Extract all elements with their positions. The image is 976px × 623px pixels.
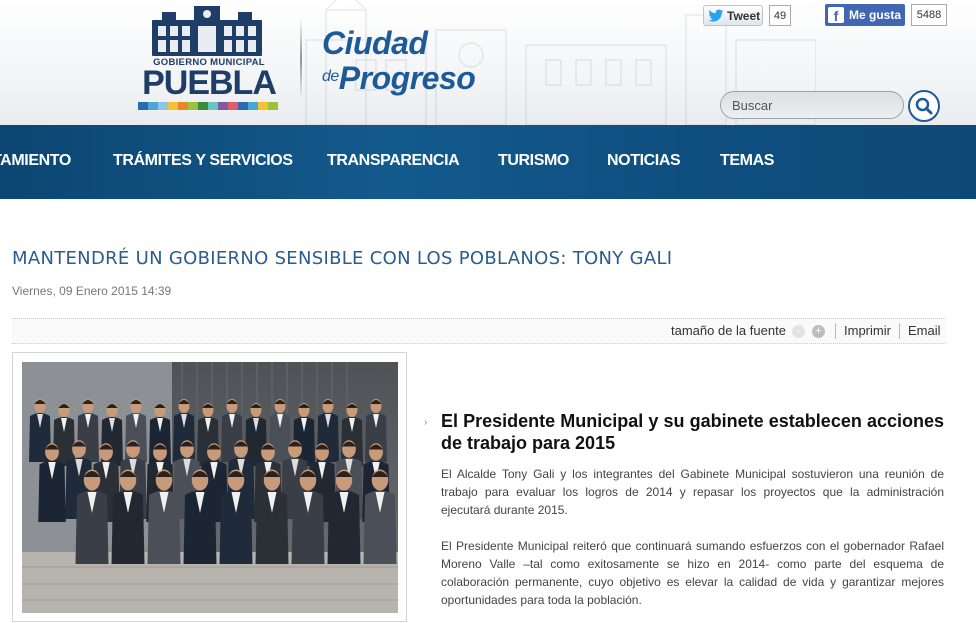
email-link[interactable]: Email <box>908 323 941 338</box>
puebla-logo[interactable]: GOBIERNO MUNICIPAL PUEBLA <box>136 6 282 110</box>
font-decrease-button[interactable]: - <box>792 325 805 338</box>
search-icon <box>915 97 933 115</box>
tools-separator <box>835 323 836 339</box>
article-tools-bar <box>12 318 946 344</box>
logo-stripe <box>218 102 228 110</box>
facebook-f-icon: f <box>828 7 844 23</box>
logo-stripe <box>208 102 218 110</box>
logo-stripe <box>138 102 148 110</box>
nav-item-tramites[interactable]: TRÁMITES Y SERVICIOS <box>113 152 293 170</box>
font-increase-button[interactable]: + <box>812 325 825 338</box>
nav-item-noticias[interactable]: NOTICIAS <box>607 152 681 170</box>
bullet-icon: › <box>424 417 428 428</box>
logo-stripe <box>238 102 248 110</box>
search-button[interactable] <box>908 90 940 122</box>
article-paragraph: El Presidente Municipal reiteró que cont… <box>441 539 944 607</box>
logo-stripe <box>158 102 168 110</box>
nav-item-turismo[interactable]: TURISMO <box>498 152 569 170</box>
article-date: Viernes, 09 Enero 2015 14:39 <box>12 284 172 298</box>
logo-stripe <box>188 102 198 110</box>
twitter-bird-icon <box>708 9 724 22</box>
main-nav: TAMIENTO TRÁMITES Y SERVICIOS TRANSPAREN… <box>0 125 976 199</box>
logo-stripe <box>168 102 178 110</box>
tools-separator <box>899 323 900 339</box>
nav-item-temas[interactable]: TEMAS <box>720 152 774 170</box>
article-paragraph: El Alcalde Tony Gali y los integrantes d… <box>441 467 944 517</box>
slogan-progreso: deProgreso <box>322 60 476 96</box>
header-divider <box>300 18 302 100</box>
municipal-palace-icon <box>152 6 262 56</box>
slogan-ciudad: Ciudad <box>322 25 428 61</box>
tweet-count: 49 <box>769 5 791 26</box>
font-size-label: tamaño de la fuente <box>671 323 786 338</box>
tweet-button[interactable]: Tweet <box>703 5 763 26</box>
logo-stripe <box>198 102 208 110</box>
article-headline: El Presidente Municipal y su gabinete es… <box>441 411 944 453</box>
search-input[interactable] <box>720 91 904 119</box>
logo-stripe <box>148 102 158 110</box>
slogan-progreso-text: Progreso <box>338 60 476 96</box>
nav-item-ayuntamiento[interactable]: TAMIENTO <box>0 152 71 170</box>
site-header: GOBIERNO MUNICIPAL PUEBLA Ciudad deProgr… <box>0 0 976 125</box>
logo-stripe <box>178 102 188 110</box>
logo-stripe <box>258 102 268 110</box>
logo-stripe <box>228 102 238 110</box>
slogan-de: de <box>322 68 339 85</box>
nav-item-transparencia[interactable]: TRANSPARENCIA <box>327 152 460 170</box>
print-link[interactable]: Imprimir <box>844 323 891 338</box>
tweet-label: Tweet <box>727 8 761 23</box>
logo-stripe <box>268 102 278 110</box>
like-label: Me gusta <box>849 8 902 22</box>
logo-stripe <box>248 102 258 110</box>
group-photo <box>22 362 398 613</box>
logo-color-stripes <box>138 102 278 110</box>
like-count: 5488 <box>911 4 947 26</box>
facebook-like-button[interactable]: f Me gusta <box>825 4 905 26</box>
logo-line2: PUEBLA <box>142 64 277 102</box>
article-title[interactable]: MANTENDRÉ UN GOBIERNO SENSIBLE CON LOS P… <box>12 248 672 269</box>
